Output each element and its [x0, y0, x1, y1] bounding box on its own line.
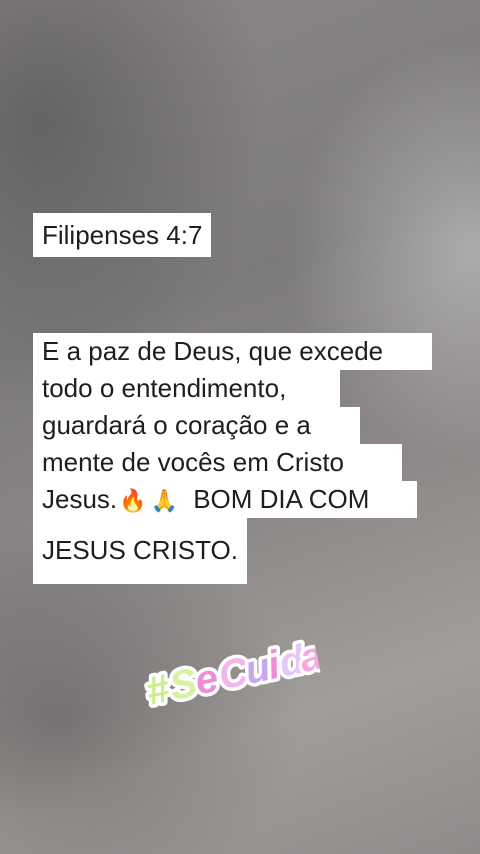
verse-line-3: guardará o coração e a — [33, 407, 360, 444]
verse-reference: Filipenses 4:7 — [33, 213, 212, 257]
verse-line-4: mente de vocês em Cristo — [33, 444, 402, 481]
verse-line-text: BOM DIA COM — [193, 484, 370, 514]
verse-line-text: guardará o coração e a — [42, 410, 311, 440]
verse-line-text: mente de vocês em Cristo — [42, 447, 345, 477]
verse-line-2: todo o entendimento, — [33, 370, 340, 407]
verse-line-text: JESUS CRISTO. — [42, 535, 239, 565]
verse-reference-text: Filipenses 4:7 — [42, 220, 203, 250]
verse-line-6: JESUS CRISTO. — [33, 518, 247, 584]
verse-line-text: todo o entendimento, — [42, 373, 287, 403]
verse-line-text: E a paz de Deus, que excede — [42, 336, 384, 366]
verse-line-5: Jesus.🔥 🙏 BOM DIA COM — [33, 481, 417, 518]
fire-icon: 🔥 — [119, 489, 147, 514]
verse-line-1: E a paz de Deus, que excede — [33, 333, 432, 370]
praying-hands-icon: 🙏 — [150, 489, 178, 514]
verse-line-text: Jesus. — [42, 484, 118, 514]
